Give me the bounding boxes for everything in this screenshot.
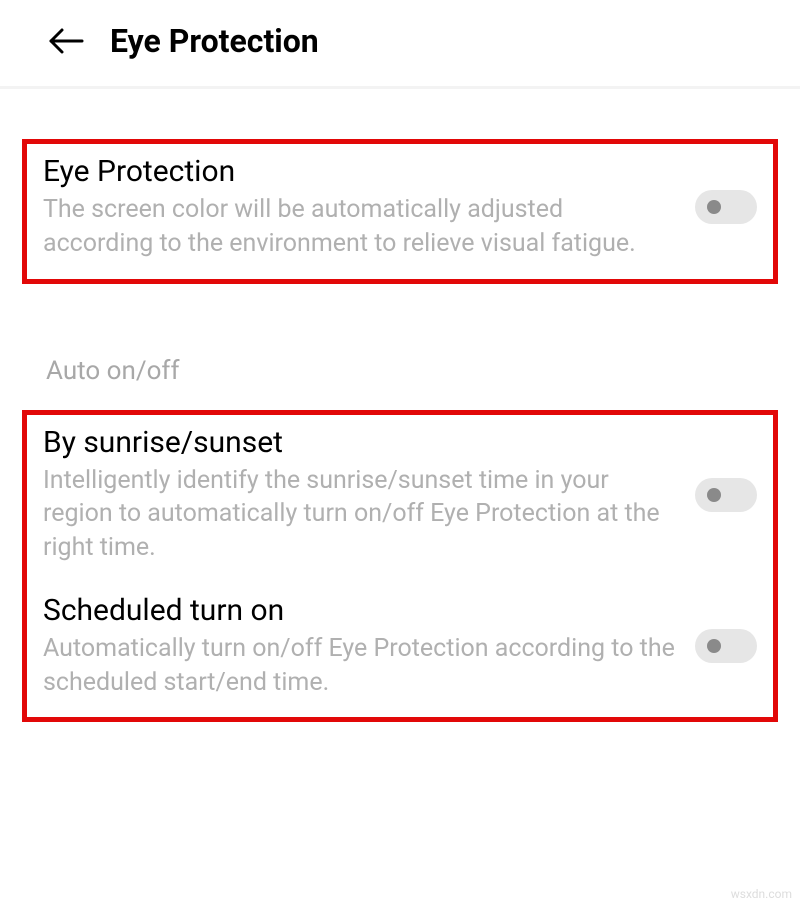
watermark: wsxdn.com — [731, 887, 792, 901]
eye-protection-row[interactable]: Eye Protection The screen color will be … — [43, 154, 757, 261]
content: Eye Protection The screen color will be … — [0, 89, 800, 722]
auto-group: By sunrise/sunset Intelligently identify… — [22, 410, 778, 723]
page-title: Eye Protection — [110, 22, 319, 60]
by-sunrise-text: By sunrise/sunset Intelligently identify… — [43, 425, 675, 565]
eye-protection-desc: The screen color will be automatically a… — [43, 193, 675, 261]
by-sunrise-row[interactable]: By sunrise/sunset Intelligently identify… — [43, 425, 757, 565]
by-sunrise-toggle[interactable] — [695, 478, 757, 512]
header: Eye Protection — [0, 0, 800, 86]
scheduled-desc: Automatically turn on/off Eye Protection… — [43, 632, 675, 700]
scheduled-toggle[interactable] — [695, 629, 757, 663]
by-sunrise-title: By sunrise/sunset — [43, 425, 675, 460]
scheduled-text: Scheduled turn on Automatically turn on/… — [43, 593, 675, 700]
by-sunrise-desc: Intelligently identify the sunrise/sunse… — [43, 464, 675, 565]
scheduled-title: Scheduled turn on — [43, 593, 675, 628]
eye-protection-group: Eye Protection The screen color will be … — [22, 139, 778, 284]
scheduled-row[interactable]: Scheduled turn on Automatically turn on/… — [43, 593, 757, 700]
back-arrow-icon[interactable] — [48, 23, 84, 59]
eye-protection-toggle[interactable] — [695, 190, 757, 224]
auto-section-label: Auto on/off — [22, 296, 778, 410]
eye-protection-title: Eye Protection — [43, 154, 675, 189]
eye-protection-text: Eye Protection The screen color will be … — [43, 154, 675, 261]
